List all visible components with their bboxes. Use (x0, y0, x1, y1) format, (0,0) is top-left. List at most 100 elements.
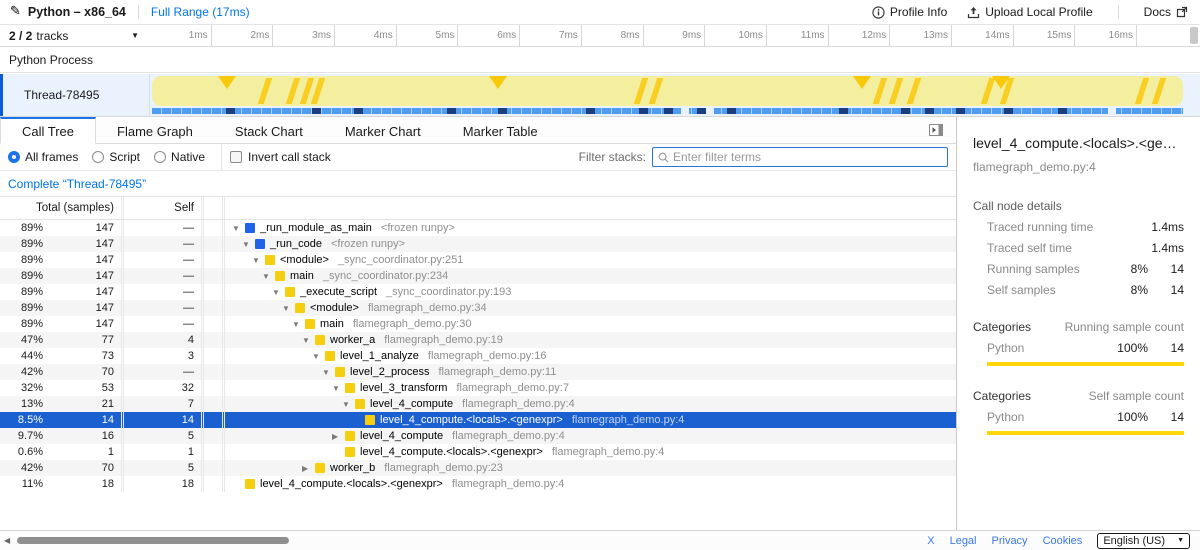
collapse-arrow-icon[interactable]: ▼ (322, 368, 335, 377)
process-track-row[interactable]: Python Process (0, 48, 1200, 73)
call-tree-row[interactable]: 42%70—▼level_2_processflamegraph_demo.py… (0, 364, 956, 380)
call-tree-row[interactable]: 89%147—▼<module>_sync_coordinator.py:251 (0, 252, 956, 268)
call-tree-row[interactable]: 9.7%165▶level_4_computeflamegraph_demo.p… (0, 428, 956, 444)
tab-flame-graph[interactable]: Flame Graph (96, 117, 214, 143)
frame-filter-radio-all-frames[interactable]: All frames (8, 150, 78, 164)
tab-marker-table[interactable]: Marker Table (442, 117, 559, 143)
call-tree-row[interactable]: 13%217▼level_4_computeflamegraph_demo.py… (0, 396, 956, 412)
call-tree-row[interactable]: 8.5%1414level_4_compute.<locals>.<genexp… (0, 412, 956, 428)
cpu-activity-band[interactable] (152, 76, 1183, 106)
ruler-tick: 12ms (829, 25, 891, 46)
column-divider (121, 444, 124, 460)
filter-input[interactable] (673, 150, 942, 164)
thread-track-label[interactable]: Thread-78495 (3, 74, 150, 116)
frame-radios: All frames Script Native (8, 150, 219, 164)
ruler-tick: 13ms (890, 25, 952, 46)
collapse-arrow-icon[interactable]: ▼ (252, 256, 265, 265)
full-range-button[interactable]: Full Range (17ms) (151, 5, 250, 19)
filter-area: Filter stacks: (579, 147, 948, 167)
tree-cell: ▼level_1_analyzeflamegraph_demo.py:16 (226, 350, 956, 362)
collapse-arrow-icon[interactable]: ▼ (302, 336, 315, 345)
upload-label: Upload Local Profile (985, 5, 1092, 19)
invert-call-stack-checkbox[interactable] (230, 151, 242, 163)
category-square-icon (315, 463, 325, 473)
call-tree-row[interactable]: 89%147—▼main_sync_coordinator.py:234 (0, 268, 956, 284)
docs-button[interactable]: Docs (1144, 5, 1188, 19)
column-divider (201, 220, 204, 236)
column-divider (222, 348, 225, 364)
ruler-cells: 1ms2ms3ms4ms5ms6ms7ms8ms9ms10ms11ms12ms1… (150, 25, 1200, 46)
column-divider[interactable] (201, 197, 204, 219)
header-divider-2 (1118, 5, 1119, 19)
sample-strip[interactable] (152, 108, 1183, 114)
invert-call-stack-label: Invert call stack (248, 150, 331, 164)
complete-thread-link[interactable]: Complete “Thread-78495” (8, 177, 146, 191)
vertical-scrollbar-thumb[interactable] (1190, 27, 1198, 44)
footer-link-cookies[interactable]: Cookies (1043, 535, 1083, 547)
call-tree-row[interactable]: 0.6%11level_4_compute.<locals>.<genexpr>… (0, 444, 956, 460)
call-tree-row[interactable]: 11%1818level_4_compute.<locals>.<genexpr… (0, 476, 956, 492)
indent-spacer (232, 452, 332, 453)
collapse-arrow-icon[interactable]: ▼ (272, 288, 285, 297)
expand-arrow-icon[interactable]: ▶ (302, 464, 315, 473)
upload-local-profile-button[interactable]: Upload Local Profile (967, 5, 1092, 19)
call-tree-row[interactable]: 32%5332▼level_3_transformflamegraph_demo… (0, 380, 956, 396)
detail-percent: 8% (1104, 283, 1148, 297)
profile-title[interactable]: Python – x86_64 (28, 5, 126, 19)
collapse-arrow-icon[interactable]: ▼ (292, 320, 305, 329)
call-tree-row[interactable]: 89%147—▼_execute_script_sync_coordinator… (0, 284, 956, 300)
self-samples-cell: 5 (125, 462, 200, 474)
horizontal-scrollbar-thumb[interactable] (17, 537, 289, 544)
expand-arrow-icon[interactable]: ▶ (332, 432, 345, 441)
sidebar-toggle-button[interactable] (929, 124, 943, 136)
collapse-arrow-icon[interactable]: ▼ (232, 224, 245, 233)
edit-profile-name-icon[interactable]: ✎ (10, 3, 21, 19)
column-divider[interactable] (222, 197, 225, 219)
collapse-arrow-icon[interactable]: ▼ (262, 272, 275, 281)
ruler-tick: 11ms (767, 25, 829, 46)
column-divider (201, 412, 204, 428)
ruler-tick: 3ms (273, 25, 335, 46)
radio-label: All frames (25, 150, 78, 164)
tab-call-tree[interactable]: Call Tree (0, 117, 96, 144)
language-select[interactable]: English (US) ▼ (1097, 533, 1190, 549)
column-divider (201, 300, 204, 316)
call-tree-row[interactable]: 42%705▶worker_bflamegraph_demo.py:23 (0, 460, 956, 476)
ruler-tick: 16ms (1075, 25, 1137, 46)
collapse-arrow-icon[interactable]: ▼ (312, 352, 325, 361)
scroll-left-arrow-icon[interactable]: ◀ (4, 536, 10, 545)
call-tree-row[interactable]: 89%147—▼<module>flamegraph_demo.py:34 (0, 300, 956, 316)
frame-filter-radio-native[interactable]: Native (154, 150, 205, 164)
tab-marker-chart[interactable]: Marker Chart (324, 117, 442, 143)
footer-link-legal[interactable]: Legal (950, 535, 977, 547)
function-name: level_2_process (350, 366, 430, 378)
call-tree-row[interactable]: 89%147—▼mainflamegraph_demo.py:30 (0, 316, 956, 332)
tab-stack-chart[interactable]: Stack Chart (214, 117, 324, 143)
tracks-dropdown[interactable]: 2 / 2 tracks ▼ (0, 25, 150, 46)
collapse-arrow-icon[interactable]: ▼ (282, 304, 295, 313)
footer-link-privacy[interactable]: Privacy (992, 535, 1028, 547)
process-label: Python Process (9, 53, 93, 67)
total-samples-column-header[interactable]: Total (samples) (0, 202, 120, 214)
call-tree-row[interactable]: 44%733▼level_1_analyzeflamegraph_demo.py… (0, 348, 956, 364)
column-divider[interactable] (121, 197, 124, 219)
collapse-arrow-icon[interactable]: ▼ (242, 240, 255, 249)
self-column-header[interactable]: Self (125, 202, 200, 214)
tree-cell: ▶worker_bflamegraph_demo.py:23 (226, 462, 956, 474)
details-sidebar: level_4_compute.<locals>.<genexpr> flame… (956, 117, 1200, 530)
profile-info-button[interactable]: Profile Info (872, 5, 947, 19)
category-label: Python (987, 410, 1104, 424)
profile-info-label: Profile Info (890, 5, 947, 19)
collapse-arrow-icon[interactable]: ▼ (332, 384, 345, 393)
total-percent-cell: 89% (0, 238, 48, 250)
thread-track-row[interactable]: Thread-78495 (0, 74, 1200, 117)
footer-link-x[interactable]: X (927, 535, 934, 547)
frame-filter-radio-script[interactable]: Script (92, 150, 140, 164)
call-tree-row[interactable]: 47%774▼worker_aflamegraph_demo.py:19 (0, 332, 956, 348)
column-divider (222, 268, 225, 284)
chevron-down-icon: ▼ (131, 31, 139, 40)
call-tree-row[interactable]: 89%147—▼_run_code<frozen runpy> (0, 236, 956, 252)
tracks-word: tracks (36, 29, 68, 43)
collapse-arrow-icon[interactable]: ▼ (342, 400, 355, 409)
call-tree-row[interactable]: 89%147—▼_run_module_as_main<frozen runpy… (0, 220, 956, 236)
